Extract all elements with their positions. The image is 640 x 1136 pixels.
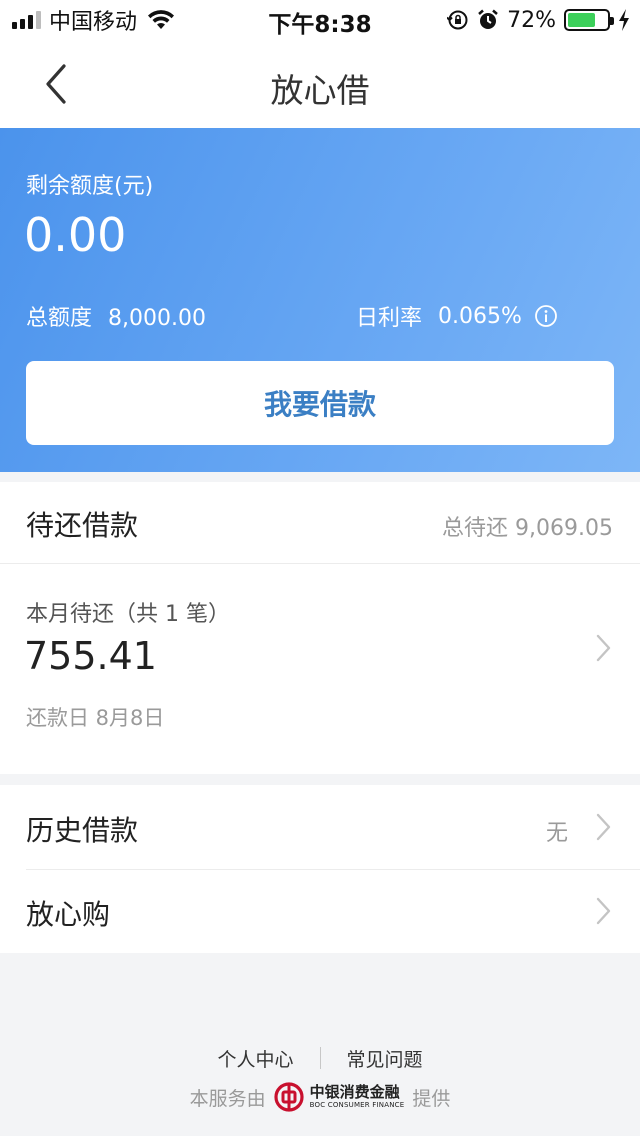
menu-list: 历史借款 无 放心购 [0, 785, 640, 953]
charging-bolt-icon [619, 9, 629, 31]
faq-link[interactable]: 常见问题 [347, 1045, 423, 1072]
service-provider: 本服务由 中银消费金融 BOC CONSUMER FINANCE 提供 [0, 1080, 640, 1114]
wifi-icon [148, 10, 175, 29]
history-loans-status: 无 [545, 821, 568, 846]
signal-icon [12, 11, 41, 29]
personal-center-link[interactable]: 个人中心 [217, 1045, 293, 1072]
total-limit-label: 总额度 [26, 306, 93, 331]
carrier-name: 中国移动 [49, 10, 138, 35]
page-title: 放心借 [270, 71, 370, 110]
footer-links: 个人中心 常见问题 [0, 1043, 640, 1073]
chevron-right-icon [596, 897, 611, 925]
status-bar: 中国移动 下午8:38 72% [0, 0, 640, 40]
chevron-right-icon [596, 634, 611, 662]
status-right: 72% [447, 6, 630, 34]
provider-suffix: 提供 [412, 1087, 451, 1110]
daily-rate-value: 0.065% [438, 303, 522, 329]
boc-logo-text: 中银消费金融 BOC CONSUMER FINANCE [310, 1085, 405, 1109]
nav-bar: 放心借 [0, 40, 640, 128]
total-limit: 总额度 8,000.00 [26, 300, 206, 332]
daily-rate-label: 日利率 [356, 306, 423, 331]
pending-title: 待还借款 [26, 509, 139, 542]
provider-name-cn: 中银消费金融 [309, 1083, 400, 1101]
provider-name-en: BOC CONSUMER FINANCE [309, 1101, 405, 1109]
chevron-right-icon [596, 813, 611, 841]
borrow-button[interactable]: 我要借款 [26, 361, 614, 445]
fangxingou-row[interactable]: 放心购 [0, 869, 640, 953]
history-loans-label: 历史借款 [26, 814, 139, 847]
credit-summary: 剩余额度(元) 0.00 总额度 8,000.00 日利率 0.065% 我要借款 [0, 128, 640, 472]
boc-logo: 中银消费金融 BOC CONSUMER FINANCE [274, 1082, 405, 1112]
battery-fill [568, 13, 595, 27]
rotation-lock-icon [447, 10, 468, 30]
month-due-label: 本月待还（共 1 笔） [26, 602, 230, 627]
daily-rate: 日利率 0.065% [356, 300, 558, 332]
info-icon[interactable] [534, 304, 558, 328]
status-left: 中国移动 [12, 6, 175, 35]
total-due: 总待还 9,069.05 [442, 516, 613, 541]
this-month-repayment[interactable]: 本月待还（共 1 笔） 755.41 还款日 8月8日 [0, 564, 640, 774]
fangxingou-label: 放心购 [26, 898, 111, 931]
pending-repayment-card: 待还借款 总待还 9,069.05 本月待还（共 1 笔） 755.41 还款日… [0, 482, 640, 774]
battery-icon [564, 9, 614, 31]
due-date: 还款日 8月8日 [26, 706, 165, 730]
total-limit-value: 8,000.00 [108, 306, 206, 331]
footer-separator [319, 1047, 321, 1069]
alarm-icon [478, 9, 498, 29]
provider-prefix: 本服务由 [189, 1087, 266, 1110]
pending-header: 待还借款 总待还 9,069.05 [0, 482, 640, 564]
history-loans-row[interactable]: 历史借款 无 [0, 785, 640, 870]
boc-logo-icon [274, 1082, 304, 1112]
month-due-amount: 755.41 [24, 634, 157, 678]
page: 中国移动 下午8:38 72% 放心借 剩余额度(元) 0.00 总额度 8,0… [0, 0, 640, 1136]
remaining-limit-value: 0.00 [24, 208, 127, 262]
battery-percent: 72% [507, 7, 556, 33]
remaining-limit-label: 剩余额度(元) [26, 174, 154, 199]
